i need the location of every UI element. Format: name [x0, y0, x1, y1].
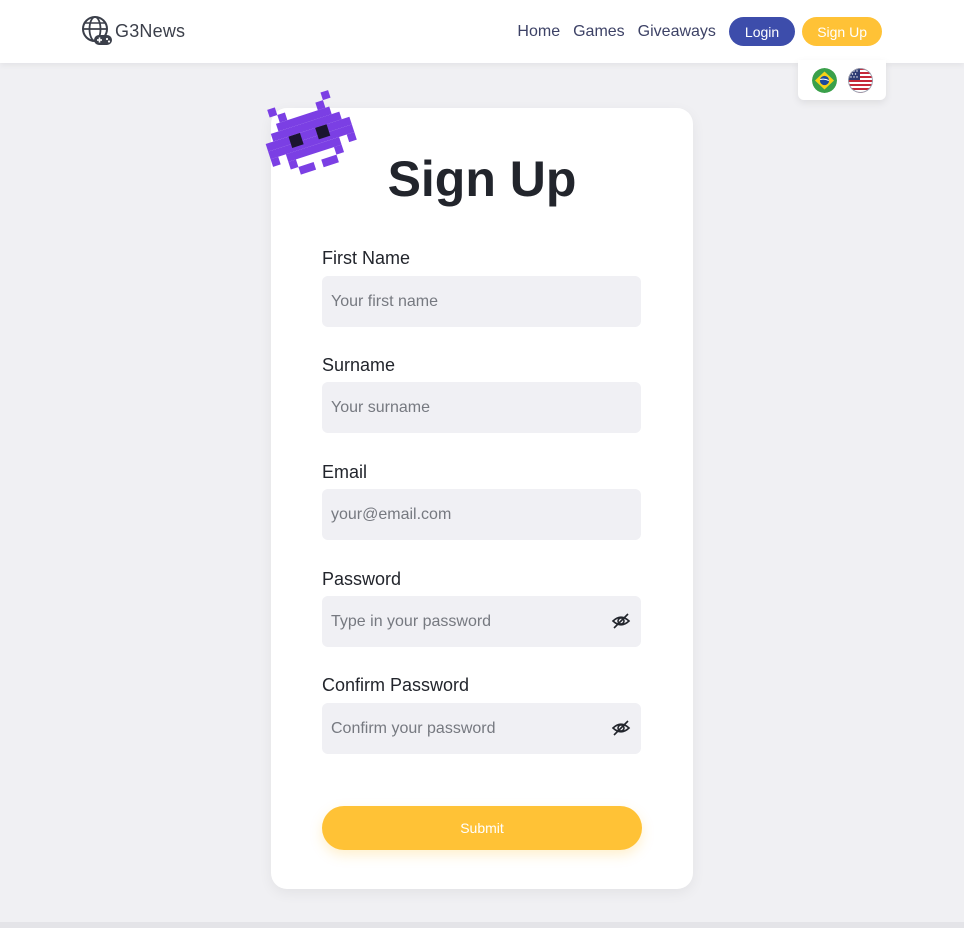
submit-button[interactable]: Submit: [322, 806, 642, 850]
main-nav: Home Games Giveaways Login Sign Up: [517, 17, 882, 46]
language-selector: [798, 60, 886, 100]
eye-slash-icon[interactable]: [611, 718, 631, 738]
nav-link-games[interactable]: Games: [573, 23, 625, 41]
brand-name: G3News: [115, 20, 186, 41]
first-name-label: First Name: [322, 248, 411, 268]
confirm-password-label: Confirm Password: [322, 675, 470, 695]
password-label: Password: [322, 569, 402, 589]
login-button[interactable]: Login: [728, 17, 796, 46]
surname-input[interactable]: [322, 382, 641, 433]
email-label: Email: [322, 462, 368, 482]
brand-logo[interactable]: G3News: [81, 15, 185, 47]
usa-flag-icon[interactable]: [847, 67, 873, 93]
first-name-input[interactable]: [322, 276, 641, 327]
eye-slash-icon[interactable]: [611, 611, 631, 631]
email-input[interactable]: [322, 489, 641, 540]
signup-card: Sign Up First Name Surname Email Passwor…: [271, 108, 693, 889]
footer-divider: [0, 922, 964, 928]
surname-label: Surname: [322, 355, 396, 375]
confirm-password-input[interactable]: [322, 703, 641, 754]
pixel-monster-icon: [258, 90, 362, 186]
brazil-flag-icon[interactable]: [811, 67, 837, 93]
nav-link-giveaways[interactable]: Giveaways: [638, 23, 716, 41]
top-navbar: G3News Home Games Giveaways Login Sign U…: [0, 0, 964, 63]
globe-gamepad-icon: [82, 16, 112, 45]
signup-button[interactable]: Sign Up: [802, 17, 882, 46]
nav-link-home[interactable]: Home: [517, 23, 560, 41]
password-input[interactable]: [322, 596, 641, 647]
